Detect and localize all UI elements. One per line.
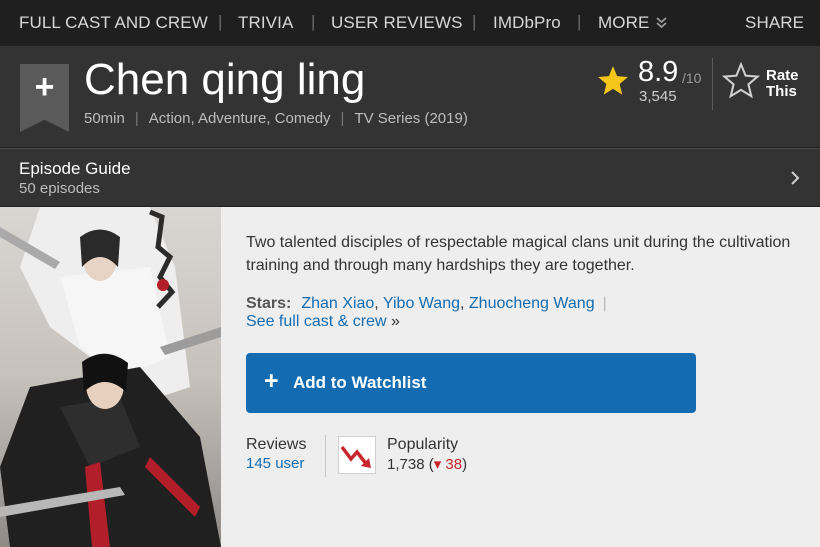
double-chevron-icon: » xyxy=(390,313,400,330)
popularity-rank: 1,738 xyxy=(387,456,425,473)
title-overview: Two talented disciples of respectable ma… xyxy=(0,207,820,547)
rating-count[interactable]: 3,545 xyxy=(639,88,677,105)
plus-icon: + xyxy=(34,68,55,106)
watchlist-label: Add to Watchlist xyxy=(293,373,427,392)
star-link[interactable]: Zhan Xiao xyxy=(301,295,374,312)
nav-separator: | xyxy=(311,12,316,31)
share-button[interactable]: SHARE xyxy=(745,13,804,33)
plus-icon: + xyxy=(264,367,279,395)
popularity-value: 1,738 (▾ 38) xyxy=(387,456,468,473)
nav-trivia[interactable]: TRIVIA xyxy=(238,13,293,33)
popularity-change: 38 xyxy=(445,456,463,473)
release-type-link[interactable]: TV Series (2019) xyxy=(354,110,467,127)
episode-guide[interactable]: Episode Guide 50 episodes xyxy=(0,148,820,206)
nav-user-reviews[interactable]: USER REVIEWS xyxy=(331,13,463,33)
stars-list: Stars: Zhan Xiao, Yibo Wang, Zhuocheng Wa… xyxy=(246,295,607,312)
user-reviews-link[interactable]: 145 user xyxy=(246,455,304,472)
chevron-double-down-icon xyxy=(656,17,667,29)
title-details: 50min | Action, Adventure, Comedy | TV Serie… xyxy=(84,110,468,127)
nav-more[interactable]: MORE xyxy=(598,13,667,33)
add-to-watchlist-ribbon[interactable]: + xyxy=(20,64,69,132)
divider xyxy=(325,435,326,477)
popularity-label: Popularity xyxy=(387,436,459,453)
reviews-label: Reviews xyxy=(246,436,307,453)
popularity-trend-icon xyxy=(338,436,376,474)
nav-full-cast[interactable]: FULL CAST AND CREW xyxy=(19,13,208,33)
nav-separator: | xyxy=(472,12,477,31)
nav-separator: | xyxy=(577,12,582,31)
rating-max: /10 xyxy=(682,70,702,86)
star-outline-icon[interactable] xyxy=(722,62,760,100)
top-nav: FULL CAST AND CREW | TRIVIA | USER REVIE… xyxy=(0,0,820,46)
poster-image[interactable] xyxy=(0,207,221,547)
detail-separator: | xyxy=(340,110,345,127)
full-cast-label: See full cast & crew xyxy=(246,313,387,330)
stars-separator: | xyxy=(602,295,607,312)
genres-link[interactable]: Action, Adventure, Comedy xyxy=(149,110,331,127)
star-link[interactable]: Zhuocheng Wang xyxy=(469,295,595,312)
arrow-down-icon: ▾ xyxy=(433,456,442,473)
detail-separator: | xyxy=(134,110,139,127)
episode-guide-title: Episode Guide xyxy=(19,159,131,178)
plot-summary: Two talented disciples of respectable ma… xyxy=(246,234,791,274)
page-title: Chen qing ling xyxy=(84,55,366,104)
star-icon xyxy=(598,66,628,95)
rating-value: 8.9 xyxy=(638,56,679,88)
rate-this-button[interactable]: Rate This xyxy=(766,68,816,100)
episode-count: 50 episodes xyxy=(19,180,100,197)
nav-imdbpro[interactable]: IMDbPro xyxy=(493,13,561,33)
add-to-watchlist-button[interactable]: + Add to Watchlist xyxy=(246,353,696,413)
star-link[interactable]: Yibo Wang xyxy=(383,295,460,312)
full-cast-link[interactable]: See full cast & crew » xyxy=(246,313,400,331)
title-header: + Chen qing ling 50min | Action, Adventure… xyxy=(0,46,820,147)
poster-artwork xyxy=(0,207,221,547)
stars-label: Stars: xyxy=(246,295,292,312)
chevron-right-icon xyxy=(791,171,800,185)
nav-separator: | xyxy=(218,12,223,31)
nav-more-label: MORE xyxy=(598,13,650,32)
divider xyxy=(712,58,713,110)
runtime: 50min xyxy=(84,110,125,127)
